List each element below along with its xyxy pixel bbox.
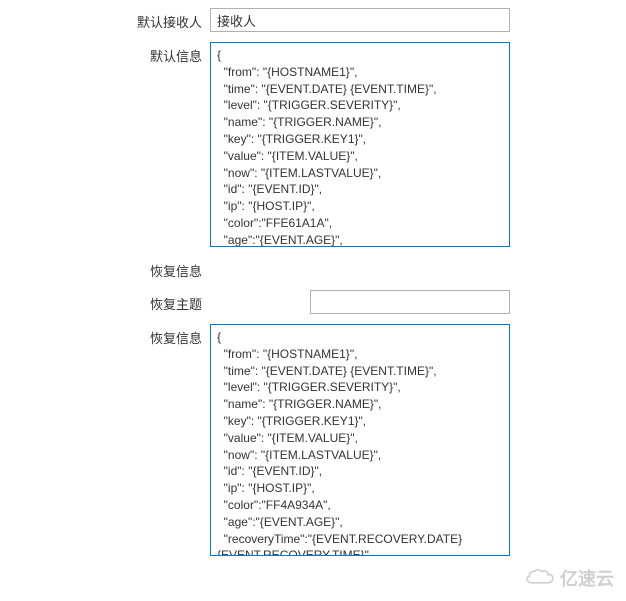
recipient-label: 默认接收人: [0, 8, 210, 31]
recipient-input[interactable]: [210, 8, 510, 32]
recovery-subject-label: 恢复主题: [0, 290, 210, 313]
default-message-label: 默认信息: [0, 42, 210, 65]
recovery-subject-input[interactable]: [310, 290, 510, 314]
recovery-enable-label: 恢复信息: [0, 257, 210, 280]
cloud-icon: [524, 568, 556, 588]
default-message-textarea[interactable]: { "from": "{HOSTNAME1}", "time": "{EVENT…: [210, 42, 510, 247]
recovery-message-textarea[interactable]: { "from": "{HOSTNAME1}", "time": "{EVENT…: [210, 324, 510, 556]
recovery-message-label: 恢复信息: [0, 324, 210, 347]
watermark: 亿速云: [524, 565, 614, 591]
watermark-text: 亿速云: [560, 565, 614, 591]
